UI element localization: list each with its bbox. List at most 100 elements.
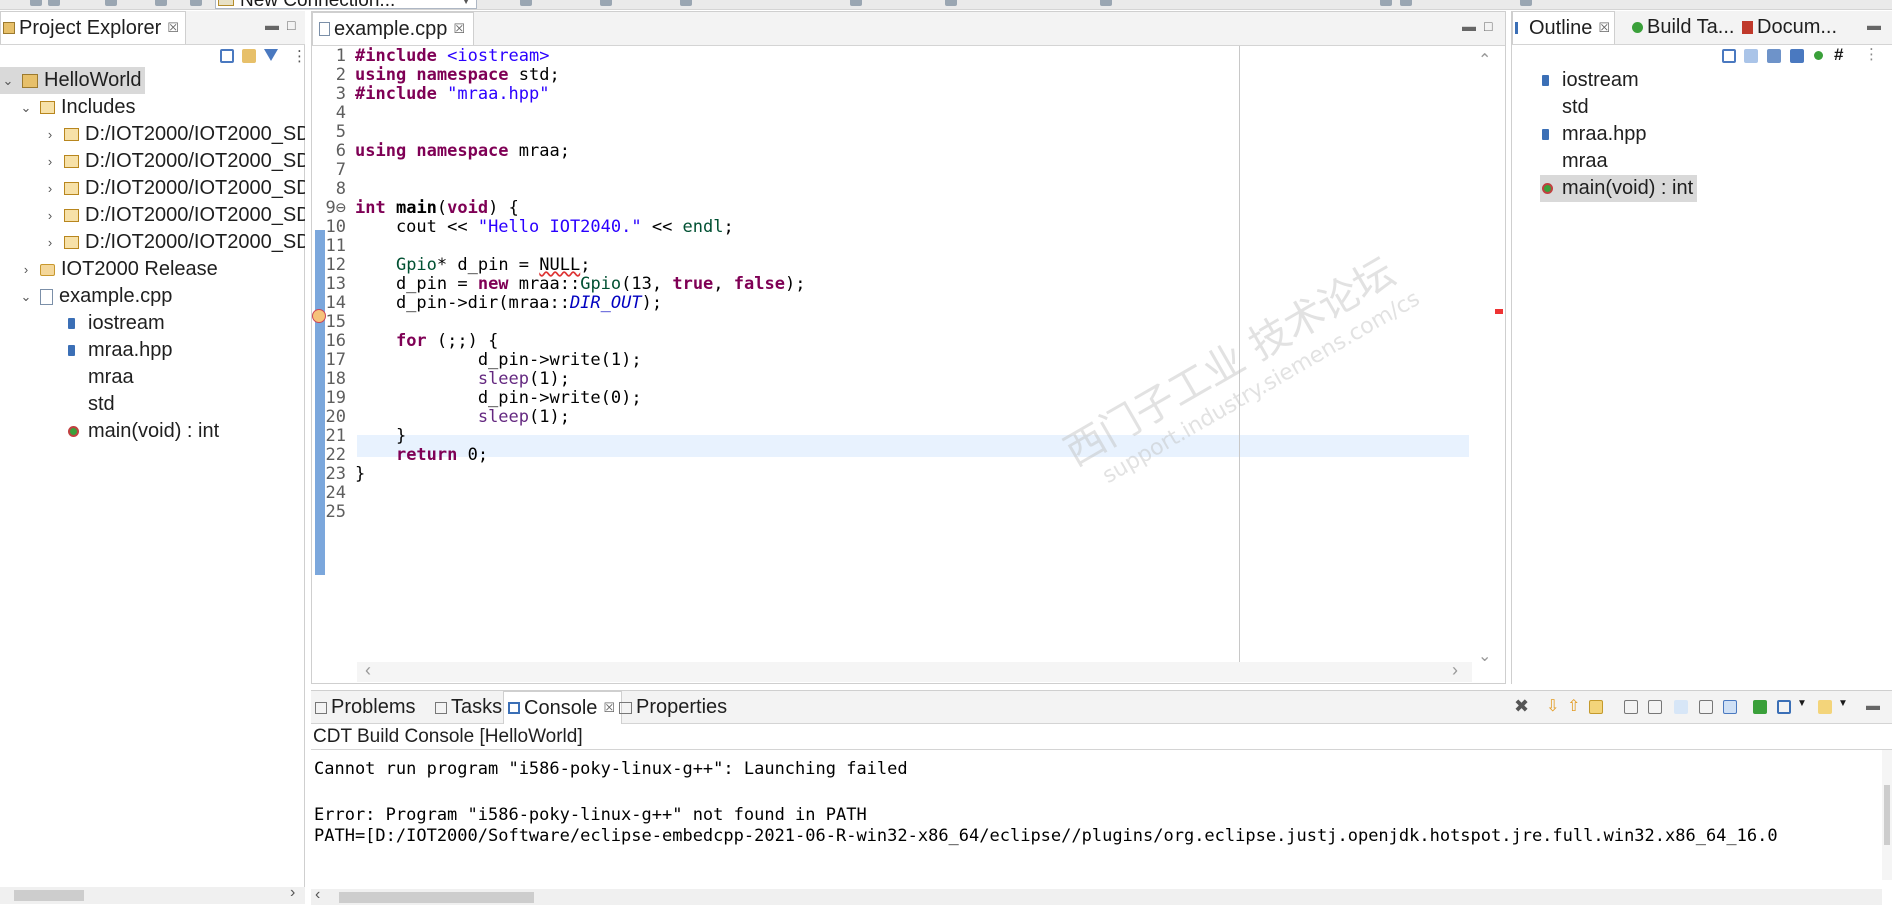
tab-build-targets[interactable]: Build Ta...	[1632, 11, 1734, 44]
close-icon[interactable]: ☒	[1598, 20, 1610, 36]
outline-item-std[interactable]: std	[1540, 94, 1589, 121]
new-icon[interactable]	[30, 0, 42, 6]
code-line[interactable]: 24	[316, 484, 1526, 503]
chevron-right-icon[interactable]: ›	[290, 884, 295, 902]
pin-icon[interactable]	[1699, 700, 1713, 714]
stop-icon[interactable]	[945, 0, 957, 6]
paste-icon[interactable]	[1648, 700, 1662, 714]
scroll-lock-icon[interactable]	[1589, 700, 1603, 714]
chevron-right-icon[interactable]: ›	[42, 208, 58, 223]
display-console-icon[interactable]	[1723, 700, 1737, 714]
tab-documentation[interactable]: Docum...	[1742, 11, 1837, 44]
collapse-all-icon[interactable]	[1722, 49, 1736, 63]
hide-macros-icon[interactable]: #	[1834, 45, 1843, 65]
chevron-right-icon[interactable]: ›	[42, 181, 58, 196]
chevron-right-icon[interactable]: ›	[1452, 660, 1458, 681]
chevron-down-icon[interactable]: ⌄	[18, 100, 34, 116]
chevron-down-icon[interactable]: ⌄	[1478, 646, 1491, 666]
chevron-down-icon[interactable]: ⌄	[0, 73, 16, 89]
sort-icon[interactable]	[1744, 49, 1758, 63]
console-output[interactable]: Cannot run program "i586-poky-linux-g++"…	[311, 750, 1881, 880]
scrollbar-thumb[interactable]	[1884, 785, 1890, 845]
chevron-right-icon[interactable]: ›	[42, 154, 58, 169]
tree-item-helloworld[interactable]: ⌄ HelloWorld	[0, 67, 146, 94]
code-line[interactable]: 4	[316, 104, 1526, 123]
code-line[interactable]: 9⊖ int main(void) {	[316, 199, 1526, 218]
close-icon[interactable]: ☒	[167, 20, 179, 36]
tree-item-iot2000-release[interactable]: › IOT2000 Release	[18, 256, 218, 283]
code-line[interactable]: 3 #include "mraa.hpp"	[316, 85, 1526, 104]
tree-item-mraa[interactable]: mraa	[66, 364, 134, 391]
close-icon[interactable]: ☒	[603, 700, 615, 716]
code-line[interactable]: 25	[316, 503, 1526, 522]
tree-item-include-path[interactable]: › D:/IOT2000/IOT2000_SDK	[42, 148, 305, 175]
horizontal-scrollbar[interactable]: ‹	[311, 886, 1882, 905]
code-line[interactable]: 10 cout << "Hello IOT2040." << endl;	[316, 218, 1526, 237]
chevron-down-icon[interactable]: ▼	[1797, 698, 1807, 709]
code-line[interactable]: 23}	[316, 465, 1526, 484]
code-line[interactable]: 8	[316, 180, 1526, 199]
vertical-scrollbar[interactable]: ⌃ ⌄	[1475, 46, 1495, 668]
tab-project-explorer[interactable]: Project Explorer ☒	[0, 11, 186, 44]
tree-item-include-path[interactable]: › D:/IOT2000/IOT2000_SDK	[42, 229, 305, 256]
code-line[interactable]: 18 sleep(1);	[316, 370, 1526, 389]
tab-outline[interactable]: Outline ☒	[1512, 11, 1616, 44]
run-icon[interactable]	[600, 0, 612, 6]
tab-tasks[interactable]: Tasks	[435, 691, 502, 724]
build-icon[interactable]	[105, 0, 117, 6]
outline-item-mraa[interactable]: mraa	[1540, 148, 1608, 175]
tab-example-cpp[interactable]: example.cpp ☒	[312, 12, 475, 45]
hide-nonpublic-icon[interactable]	[1814, 51, 1823, 60]
code-line[interactable]: 20 sleep(1);	[316, 408, 1526, 427]
minimize-icon[interactable]: ▬	[1462, 18, 1476, 34]
tree-item-includes[interactable]: ⌄ Includes	[18, 94, 136, 121]
code-line[interactable]: 11	[316, 237, 1526, 256]
clear-console-icon[interactable]: ✖	[1514, 696, 1529, 717]
arrow-down-icon[interactable]: ⇩	[1546, 696, 1559, 716]
vertical-scrollbar[interactable]	[1882, 750, 1892, 880]
code-line[interactable]: 1 #include <iostream>	[316, 47, 1526, 66]
hide-static-icon[interactable]	[1790, 49, 1804, 63]
chevron-left-icon[interactable]: ‹	[365, 660, 371, 681]
code-line[interactable]: 7	[316, 161, 1526, 180]
word-wrap-icon[interactable]	[1674, 700, 1688, 714]
chevron-down-icon[interactable]: ▼	[460, 0, 472, 9]
close-icon[interactable]: ☒	[453, 21, 465, 37]
back-icon[interactable]	[1380, 0, 1392, 6]
chevron-down-icon[interactable]: ▼	[1838, 698, 1848, 709]
code-line[interactable]: 22 return 0;	[316, 446, 1526, 465]
chevron-left-icon[interactable]: ‹	[315, 886, 320, 904]
tree-item-iostream[interactable]: iostream	[66, 310, 165, 337]
view-menu-icon[interactable]: ⋮	[1864, 45, 1879, 63]
annotation-icon[interactable]	[1100, 0, 1112, 6]
minimize-icon[interactable]: ▬	[1866, 697, 1880, 713]
connection-combo[interactable]: New Connection... ▼	[215, 0, 477, 9]
chevron-down-icon[interactable]: ⌄	[18, 289, 34, 305]
maximize-icon[interactable]: □	[1484, 18, 1492, 34]
tree-item-std[interactable]: std	[66, 391, 115, 418]
tree-item-include-path[interactable]: › D:/IOT2000/IOT2000_SDK	[42, 202, 305, 229]
hide-fields-icon[interactable]	[1767, 49, 1781, 63]
tree-item-example-cpp[interactable]: ⌄ example.cpp	[18, 283, 173, 310]
console-select-icon[interactable]	[1777, 700, 1791, 714]
tab-console[interactable]: Console ☒	[503, 691, 623, 724]
save-icon[interactable]	[48, 0, 60, 6]
tree-item-include-path[interactable]: › D:/IOT2000/IOT2000_SDK	[42, 175, 305, 202]
code-line[interactable]: 5	[316, 123, 1526, 142]
code-line[interactable]: 21 }	[316, 427, 1526, 446]
link-editor-icon[interactable]	[242, 49, 256, 63]
scrollbar-thumb[interactable]	[14, 890, 84, 901]
chevron-up-icon[interactable]: ⌃	[1478, 50, 1491, 70]
horizontal-scrollbar[interactable]: ‹ ›	[357, 660, 1472, 682]
horizontal-scrollbar[interactable]: ›	[0, 884, 305, 904]
scrollbar-thumb[interactable]	[339, 892, 534, 903]
chevron-right-icon[interactable]: ›	[42, 127, 58, 142]
tree-item-main[interactable]: main(void) : int	[66, 418, 219, 445]
tree-item-include-path[interactable]: › D:/IOT2000/IOT2000_SDK	[42, 121, 305, 148]
outline-item-main[interactable]: main(void) : int	[1540, 175, 1698, 202]
tree-item-mraa-hpp[interactable]: mraa.hpp	[66, 337, 173, 364]
new-console-icon[interactable]	[1818, 700, 1832, 714]
maximize-icon[interactable]: □	[287, 17, 295, 33]
minimize-icon[interactable]: ▬	[265, 17, 279, 33]
filter-icon[interactable]	[264, 49, 278, 61]
